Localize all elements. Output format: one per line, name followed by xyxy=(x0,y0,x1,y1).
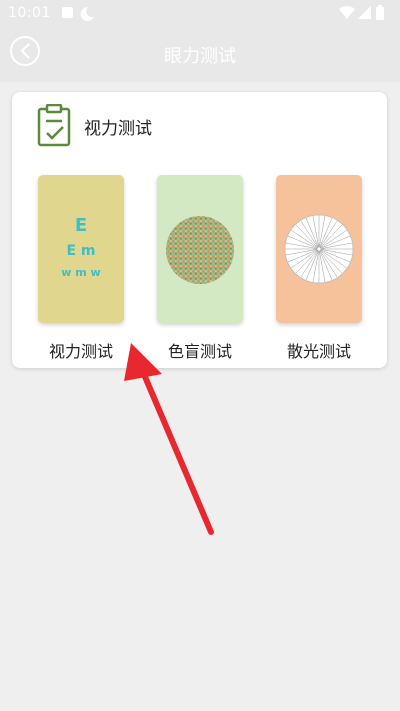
status-time: 10:01 xyxy=(8,5,51,21)
astigmatism-dial-icon xyxy=(284,214,354,284)
svg-text:w m w: w m w xyxy=(61,266,100,279)
app-header: 10:01 眼力测试 xyxy=(0,0,400,82)
color-blind-plate-icon xyxy=(166,216,234,284)
battery-icon xyxy=(376,7,384,20)
tile-label-color-blind[interactable]: 色盲测试 xyxy=(145,338,255,362)
svg-text:E m: E m xyxy=(66,243,95,259)
page-title: 眼力测试 xyxy=(164,46,236,67)
color-blind-test-tile[interactable] xyxy=(157,175,243,323)
section-title: 视力测试 xyxy=(84,119,152,139)
svg-text:E: E xyxy=(75,215,87,236)
wifi-icon xyxy=(339,6,355,19)
signal-icon xyxy=(358,6,371,19)
eye-chart-icon: E E m w m w xyxy=(61,215,100,279)
clipboard-check-icon xyxy=(36,103,74,152)
tile-label-vision[interactable]: 视力测试 xyxy=(26,338,136,362)
vision-test-tile[interactable]: E E m w m w xyxy=(38,175,124,323)
eye-test-card: 视力测试 E E m w m w 视力测试 色盲测试 散光测试 xyxy=(12,92,387,368)
status-left-icons xyxy=(60,4,100,26)
status-bar: 10:01 xyxy=(0,0,400,28)
do-not-disturb-moon-icon xyxy=(80,6,94,21)
status-right-icons xyxy=(338,4,388,26)
tile-label-astigmatism[interactable]: 散光测试 xyxy=(264,338,374,362)
notification-icon xyxy=(62,7,73,18)
astigmatism-test-tile[interactable] xyxy=(276,175,362,323)
